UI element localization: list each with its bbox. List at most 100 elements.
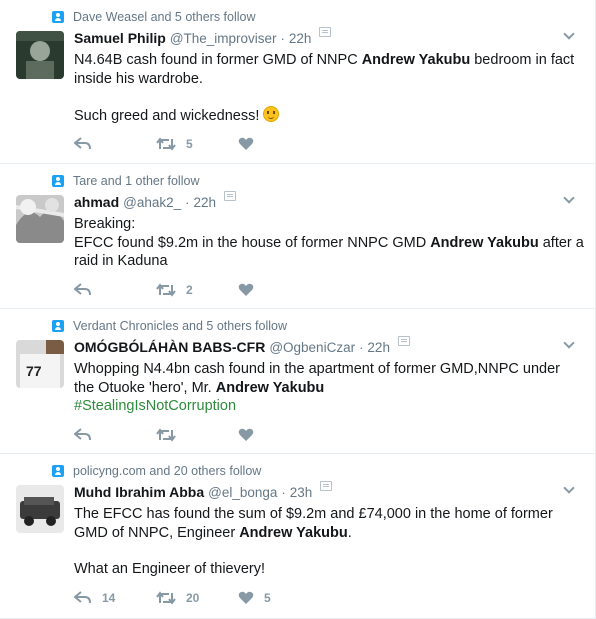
retweet-icon bbox=[156, 137, 176, 151]
reply-button[interactable] bbox=[74, 137, 156, 151]
reply-count: 14 bbox=[102, 591, 116, 605]
retweet-count: 2 bbox=[186, 283, 193, 297]
like-count: 5 bbox=[264, 591, 271, 605]
separator-dot: · bbox=[185, 195, 190, 210]
tweet-item[interactable]: Verdant Chronicles and 5 others follow 7… bbox=[0, 309, 595, 454]
tweet-header: Muhd Ibrahim Abba @el_bonga · 23h bbox=[74, 481, 333, 500]
heart-icon bbox=[238, 137, 254, 150]
tweet-header: OMÓGBÓLÁHÀN BABS-CFR @OgbeniCzar · 22h bbox=[74, 336, 410, 355]
username[interactable]: @The_improviser bbox=[170, 31, 277, 46]
tweet-actions: 5 bbox=[74, 134, 320, 154]
tweet-text: N4.64B cash found in former GMD of NNPC … bbox=[74, 51, 584, 88]
reply-button[interactable] bbox=[74, 428, 156, 442]
svg-text:77: 77 bbox=[26, 363, 42, 379]
tweet-text-part: Such greed and wickedness! bbox=[74, 108, 260, 124]
reply-button[interactable]: 14 bbox=[74, 591, 156, 605]
tweet-item[interactable]: Tare and 1 other follow ahmad @ahak2_ · … bbox=[0, 164, 595, 309]
fullname[interactable]: Samuel Philip bbox=[74, 30, 166, 46]
timeline: Dave Weasel and 5 others follow Samuel P… bbox=[0, 0, 596, 619]
retweet-icon bbox=[156, 283, 176, 297]
hashtag-link[interactable]: #StealingIsNotCorruption bbox=[74, 398, 236, 414]
tweet-text: Breaking: EFCC found $9.2m in the house … bbox=[74, 215, 584, 271]
avatar[interactable] bbox=[16, 485, 64, 533]
tweet-text-part: Breaking: bbox=[74, 216, 136, 232]
tweet-text-bold: Andrew Yakubu bbox=[239, 524, 348, 541]
reply-icon bbox=[74, 591, 91, 604]
tweet-text: The EFCC has found the sum of $9.2m and … bbox=[74, 505, 584, 542]
username[interactable]: @ahak2_ bbox=[123, 195, 181, 210]
tweet-text-part: . bbox=[347, 524, 352, 541]
tweet-text-extra: Such greed and wickedness! bbox=[74, 106, 584, 126]
tweet-text-bold: Andrew Yakubu bbox=[215, 379, 325, 396]
tweet-actions: 14 20 5 bbox=[74, 588, 320, 608]
reply-icon bbox=[74, 137, 91, 150]
tweet-header: ahmad @ahak2_ · 22h bbox=[74, 191, 236, 210]
social-context: Dave Weasel and 5 others follow bbox=[52, 8, 256, 26]
tweet-actions: 2 bbox=[74, 280, 320, 300]
tweet-item[interactable]: policyng.com and 20 others follow Muhd I… bbox=[0, 454, 595, 619]
timestamp[interactable]: 22h bbox=[289, 31, 312, 46]
message-icon[interactable] bbox=[224, 191, 236, 201]
like-button[interactable] bbox=[238, 428, 320, 442]
tweet-text: Whopping N4.4bn cash found in the apartm… bbox=[74, 360, 584, 416]
tweet-header: Samuel Philip @The_improviser · 22h bbox=[74, 27, 332, 46]
timestamp[interactable]: 22h bbox=[193, 195, 216, 210]
social-context-text[interactable]: Dave Weasel and 5 others follow bbox=[73, 10, 256, 24]
social-context-text[interactable]: Verdant Chronicles and 5 others follow bbox=[73, 319, 287, 333]
avatar[interactable] bbox=[16, 195, 64, 243]
tweet-text-part: N4.64B cash found in former GMD of NNPC bbox=[74, 52, 362, 68]
separator-dot: · bbox=[281, 485, 286, 500]
follow-user-icon bbox=[52, 465, 64, 477]
retweet-button[interactable]: 2 bbox=[156, 283, 238, 297]
retweet-button[interactable]: 5 bbox=[156, 137, 238, 151]
username[interactable]: @OgbeniCzar bbox=[269, 340, 355, 355]
retweet-button[interactable]: 20 bbox=[156, 591, 238, 605]
tweet-item[interactable]: Dave Weasel and 5 others follow Samuel P… bbox=[0, 0, 595, 164]
tweet-text-extra: What an Engineer of thievery! bbox=[74, 560, 584, 579]
retweet-count: 5 bbox=[186, 137, 193, 151]
chevron-down-icon[interactable] bbox=[563, 28, 575, 40]
retweet-icon bbox=[156, 428, 176, 442]
retweet-count: 20 bbox=[186, 591, 200, 605]
heart-icon bbox=[238, 428, 254, 441]
separator-dot: · bbox=[359, 340, 364, 355]
avatar[interactable] bbox=[16, 31, 64, 79]
message-icon[interactable] bbox=[320, 481, 333, 491]
social-context: Tare and 1 other follow bbox=[52, 172, 199, 190]
social-context: policyng.com and 20 others follow bbox=[52, 462, 261, 480]
tweet-actions bbox=[74, 425, 320, 445]
message-icon[interactable] bbox=[319, 27, 332, 37]
timestamp[interactable]: 22h bbox=[367, 340, 390, 355]
reply-icon bbox=[74, 283, 91, 296]
retweet-button[interactable] bbox=[156, 428, 238, 442]
like-button[interactable] bbox=[238, 137, 320, 151]
like-button[interactable] bbox=[238, 283, 320, 297]
smiling-face-emoji-icon bbox=[263, 106, 280, 122]
timestamp[interactable]: 23h bbox=[290, 485, 313, 500]
chevron-down-icon[interactable] bbox=[563, 482, 575, 494]
follow-user-icon bbox=[52, 11, 64, 23]
follow-user-icon bbox=[52, 175, 64, 187]
like-button[interactable]: 5 bbox=[238, 591, 320, 605]
separator-dot: · bbox=[280, 31, 285, 46]
heart-icon bbox=[238, 283, 254, 296]
username[interactable]: @el_bonga bbox=[208, 485, 277, 500]
social-context-text[interactable]: policyng.com and 20 others follow bbox=[73, 464, 261, 478]
chevron-down-icon[interactable] bbox=[563, 337, 575, 349]
avatar[interactable]: 77 bbox=[16, 340, 64, 388]
tweet-text-bold: Andrew Yakubu bbox=[430, 234, 539, 251]
fullname[interactable]: Muhd Ibrahim Abba bbox=[74, 484, 204, 500]
tweet-text-part: EFCC found $9.2m in the house of former … bbox=[74, 234, 431, 251]
message-icon[interactable] bbox=[397, 336, 410, 346]
social-context-text[interactable]: Tare and 1 other follow bbox=[73, 174, 199, 188]
reply-icon bbox=[74, 428, 91, 441]
reply-button[interactable] bbox=[74, 283, 156, 297]
fullname[interactable]: ahmad bbox=[74, 194, 119, 210]
follow-user-icon bbox=[52, 320, 64, 332]
tweet-text-part: What an Engineer of thievery! bbox=[74, 561, 266, 577]
chevron-down-icon[interactable] bbox=[563, 192, 575, 204]
retweet-icon bbox=[156, 591, 176, 605]
heart-icon bbox=[238, 591, 254, 604]
fullname[interactable]: OMÓGBÓLÁHÀN BABS-CFR bbox=[74, 339, 265, 355]
social-context: Verdant Chronicles and 5 others follow bbox=[52, 317, 287, 335]
